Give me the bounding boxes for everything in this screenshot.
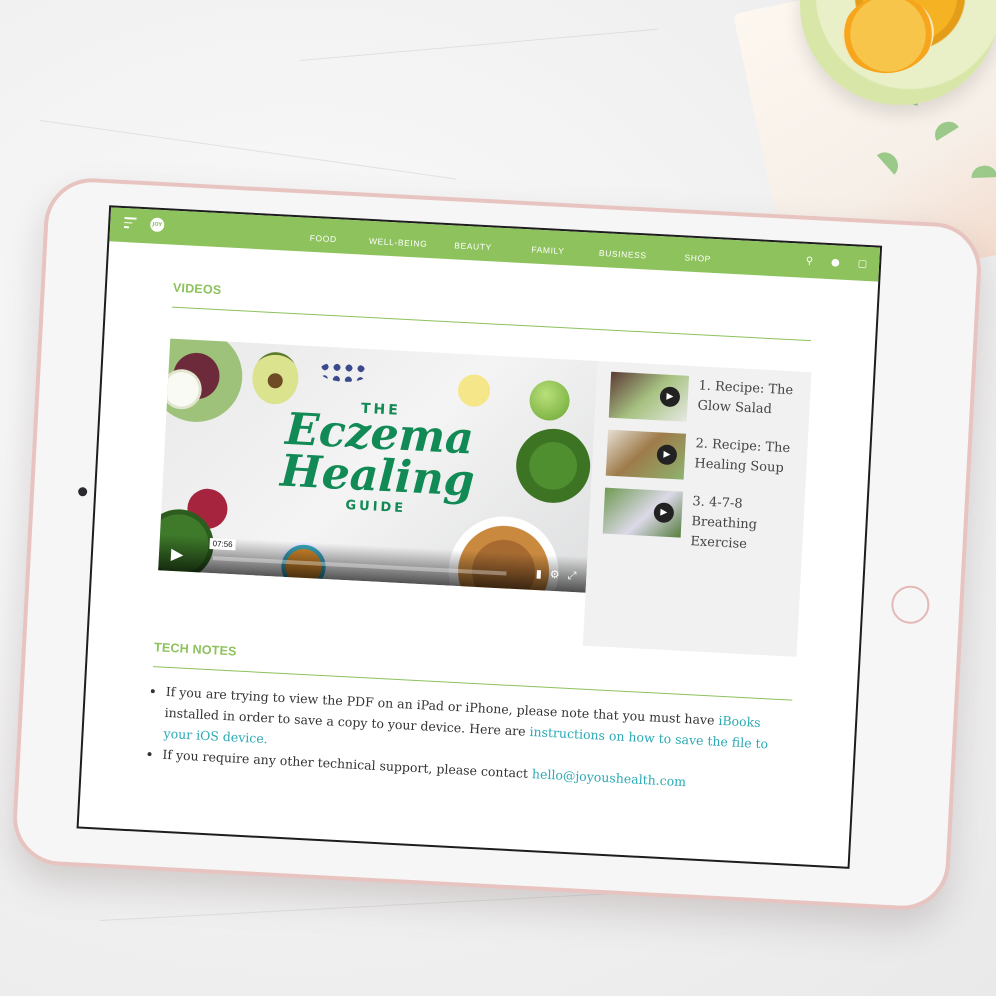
- playlist-thumbnail[interactable]: ▶: [602, 487, 683, 538]
- tablet-screen: JOY FOOD WELL-BEING BEAUTY FAMILY BUSINE…: [76, 205, 883, 869]
- blueberries: [318, 360, 370, 384]
- video-playlist: ▶ 1. Recipe: The Glow Salad ▶ 2. Recipe:…: [582, 361, 812, 657]
- video-control-icons: ▮ ⚙ ⤢: [535, 567, 576, 583]
- nav-icons: ⚲ ● ▢: [805, 256, 867, 270]
- playlist-label[interactable]: 1. Recipe: The Glow Salad: [697, 376, 799, 427]
- videos-divider: [171, 306, 812, 342]
- top-navbar: JOY FOOD WELL-BEING BEAUTY FAMILY BUSINE…: [109, 207, 881, 282]
- videos-heading: VIDEOS: [172, 280, 222, 298]
- playlist-item-1[interactable]: ▶ 1. Recipe: The Glow Salad: [608, 371, 799, 428]
- play-icon[interactable]: ▶: [659, 386, 681, 408]
- menu-icon[interactable]: [124, 217, 137, 231]
- marble-vein: [299, 28, 659, 61]
- video-timecode: 07:56: [209, 537, 236, 551]
- marble-vein: [99, 892, 620, 921]
- logo-icon[interactable]: JOY: [149, 217, 165, 233]
- volume-icon[interactable]: ▮: [535, 567, 542, 581]
- camera-icon: [77, 487, 88, 497]
- nav-link-business[interactable]: BUSINESS: [585, 247, 660, 261]
- video-progress-bar[interactable]: [212, 556, 507, 576]
- fullscreen-icon[interactable]: ⤢: [567, 569, 576, 583]
- tech-notes-heading: TECH NOTES: [153, 640, 237, 659]
- nav-link-shop[interactable]: SHOP: [660, 251, 735, 265]
- user-icon[interactable]: ●: [831, 257, 840, 268]
- playlist-label[interactable]: 2. Recipe: The Healing Soup: [694, 434, 796, 485]
- cart-icon[interactable]: ▢: [857, 259, 867, 270]
- nav-link-food[interactable]: FOOD: [286, 232, 361, 246]
- ibooks-link[interactable]: iBooks: [718, 713, 761, 730]
- tech-notes-list: If you are trying to view the PDF on an …: [148, 680, 792, 797]
- playlist-label[interactable]: 3. 4-7-8 Breathing Exercise: [690, 492, 793, 557]
- video-player[interactable]: THE Eczema Healing GUIDE ▶ 07:56 ▮ ⚙ ⤢: [158, 338, 598, 593]
- home-button[interactable]: [890, 584, 931, 625]
- nav-link-family[interactable]: FAMILY: [510, 243, 585, 257]
- marble-vein: [39, 120, 456, 180]
- gear-icon[interactable]: ⚙: [549, 568, 560, 582]
- leaf-decoration: [876, 147, 904, 175]
- nav-link-well-being[interactable]: WELL-BEING: [360, 235, 435, 249]
- tablet-device: JOY FOOD WELL-BEING BEAUTY FAMILY BUSINE…: [10, 175, 984, 913]
- leaf-decoration: [971, 165, 996, 179]
- nav-link-beauty[interactable]: BEAUTY: [435, 239, 510, 253]
- leaf-decoration: [930, 116, 959, 141]
- playlist-item-2[interactable]: ▶ 2. Recipe: The Healing Soup: [605, 429, 796, 486]
- playlist-thumbnail[interactable]: ▶: [605, 429, 687, 480]
- playlist-thumbnail[interactable]: ▶: [608, 371, 690, 422]
- play-icon[interactable]: ▶: [656, 444, 678, 466]
- nav-links: FOOD WELL-BEING BEAUTY FAMILY BUSINESS S…: [286, 232, 736, 266]
- search-icon[interactable]: ⚲: [805, 256, 813, 267]
- playlist-item-3[interactable]: ▶ 3. 4-7-8 Breathing Exercise: [602, 487, 793, 558]
- play-icon[interactable]: ▶: [171, 544, 184, 564]
- email-link[interactable]: hello@joyoushealth.com: [532, 766, 687, 789]
- play-icon[interactable]: ▶: [653, 502, 675, 524]
- lemon-slice: [457, 373, 491, 408]
